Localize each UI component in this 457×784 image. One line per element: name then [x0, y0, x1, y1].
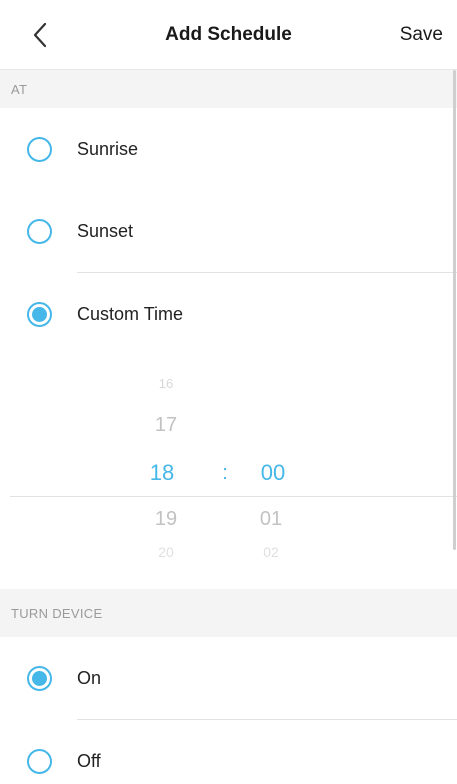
option-label: Custom Time	[77, 303, 184, 324]
hour-option[interactable]: 19	[136, 508, 196, 531]
option-sunset[interactable]: Sunset	[0, 190, 457, 272]
time-picker[interactable]: 16 17 18 19 20 : 00 01 02	[0, 356, 457, 576]
hour-option[interactable]: 17	[136, 414, 196, 437]
page-title: Add Schedule	[165, 24, 292, 45]
option-on[interactable]: On	[0, 637, 457, 719]
section-header-turn-device: TURN DEVICE	[0, 589, 457, 637]
option-off[interactable]: Off	[0, 720, 457, 784]
option-label: Sunset	[77, 220, 134, 241]
option-custom-time[interactable]: Custom Time	[0, 273, 457, 355]
picker-divider	[10, 496, 457, 497]
save-button[interactable]: Save	[400, 24, 443, 46]
minute-option[interactable]: 02	[241, 546, 301, 557]
off-radio[interactable]	[27, 748, 52, 774]
option-label: Sunrise	[77, 138, 139, 159]
hour-option[interactable]: 20	[136, 546, 196, 557]
sunrise-radio[interactable]	[27, 136, 52, 162]
sunset-radio[interactable]	[27, 218, 52, 244]
scrollbar[interactable]	[453, 70, 456, 550]
selected-minute[interactable]: 00	[243, 460, 303, 486]
on-radio[interactable]	[27, 665, 52, 691]
option-sunrise[interactable]: Sunrise	[0, 108, 457, 190]
option-label: Off	[77, 750, 101, 771]
selected-hour[interactable]: 18	[132, 460, 192, 486]
hour-option[interactable]: 16	[136, 378, 196, 390]
custom-time-radio[interactable]	[27, 301, 52, 327]
minute-option[interactable]: 01	[241, 508, 301, 531]
section-header-at: AT	[0, 70, 457, 108]
option-label: On	[77, 667, 102, 688]
top-bar: Add Schedule Save	[0, 0, 457, 70]
